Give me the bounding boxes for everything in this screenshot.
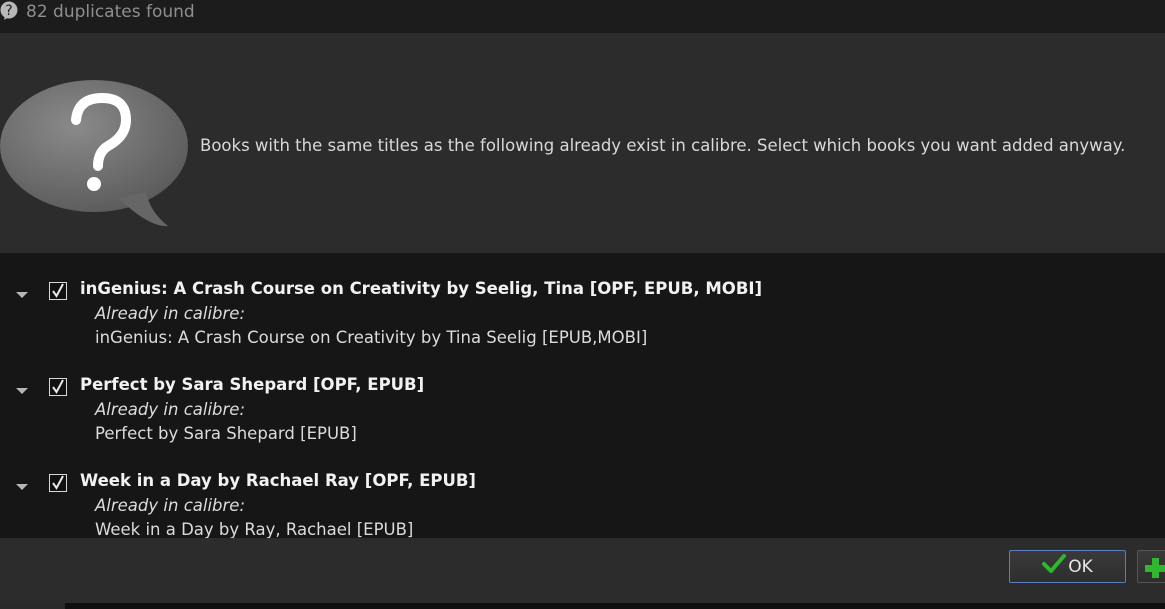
- bottom-strip: [0, 603, 1165, 609]
- green-plus-icon: [1144, 557, 1165, 583]
- existing-book: Week in a Day by Ray, Rachael [EPUB]: [95, 520, 414, 538]
- green-check-icon: [1042, 554, 1067, 579]
- window-title: 82 duplicates found: [26, 2, 195, 22]
- already-in-calibre-label: Already in calibre:: [95, 304, 246, 323]
- question-bubble-icon: [0, 80, 192, 230]
- duplicates-dialog: ? 82 duplicates found Books with the sam…: [0, 0, 1165, 609]
- expand-arrow-icon[interactable]: [16, 292, 28, 298]
- resize-grip[interactable]: [0, 603, 65, 609]
- checkmark-icon: [52, 283, 64, 298]
- ok-button[interactable]: OK: [1009, 550, 1126, 583]
- svg-text:?: ?: [5, 3, 12, 19]
- existing-book: Perfect by Sara Shepard [EPUB]: [95, 424, 357, 443]
- item-checkbox[interactable]: [49, 378, 67, 396]
- title-bar: ? 82 duplicates found: [0, 0, 1165, 33]
- item-title: Week in a Day by Rachael Ray [OPF, EPUB]: [80, 471, 476, 490]
- header-message: Books with the same titles as the follow…: [200, 136, 1126, 155]
- checkmark-icon: [52, 475, 64, 490]
- add-button[interactable]: [1137, 550, 1165, 583]
- question-mark-icon: ?: [0, 1, 19, 21]
- ok-label: OK: [1068, 556, 1093, 577]
- duplicates-list[interactable]: inGenius: A Crash Course on Creativity b…: [0, 253, 1165, 538]
- already-in-calibre-label: Already in calibre:: [95, 496, 246, 515]
- checkmark-icon: [52, 379, 64, 394]
- item-checkbox[interactable]: [49, 474, 67, 492]
- expand-arrow-icon[interactable]: [16, 484, 28, 490]
- existing-book: inGenius: A Crash Course on Creativity b…: [95, 328, 648, 347]
- item-checkbox[interactable]: [49, 282, 67, 300]
- item-title: Perfect by Sara Shepard [OPF, EPUB]: [80, 375, 425, 394]
- already-in-calibre-label: Already in calibre:: [95, 400, 246, 419]
- dialog-header: Books with the same titles as the follow…: [0, 33, 1165, 253]
- item-title: inGenius: A Crash Course on Creativity b…: [80, 279, 763, 298]
- dialog-footer: OK: [0, 538, 1165, 603]
- expand-arrow-icon[interactable]: [16, 388, 28, 394]
